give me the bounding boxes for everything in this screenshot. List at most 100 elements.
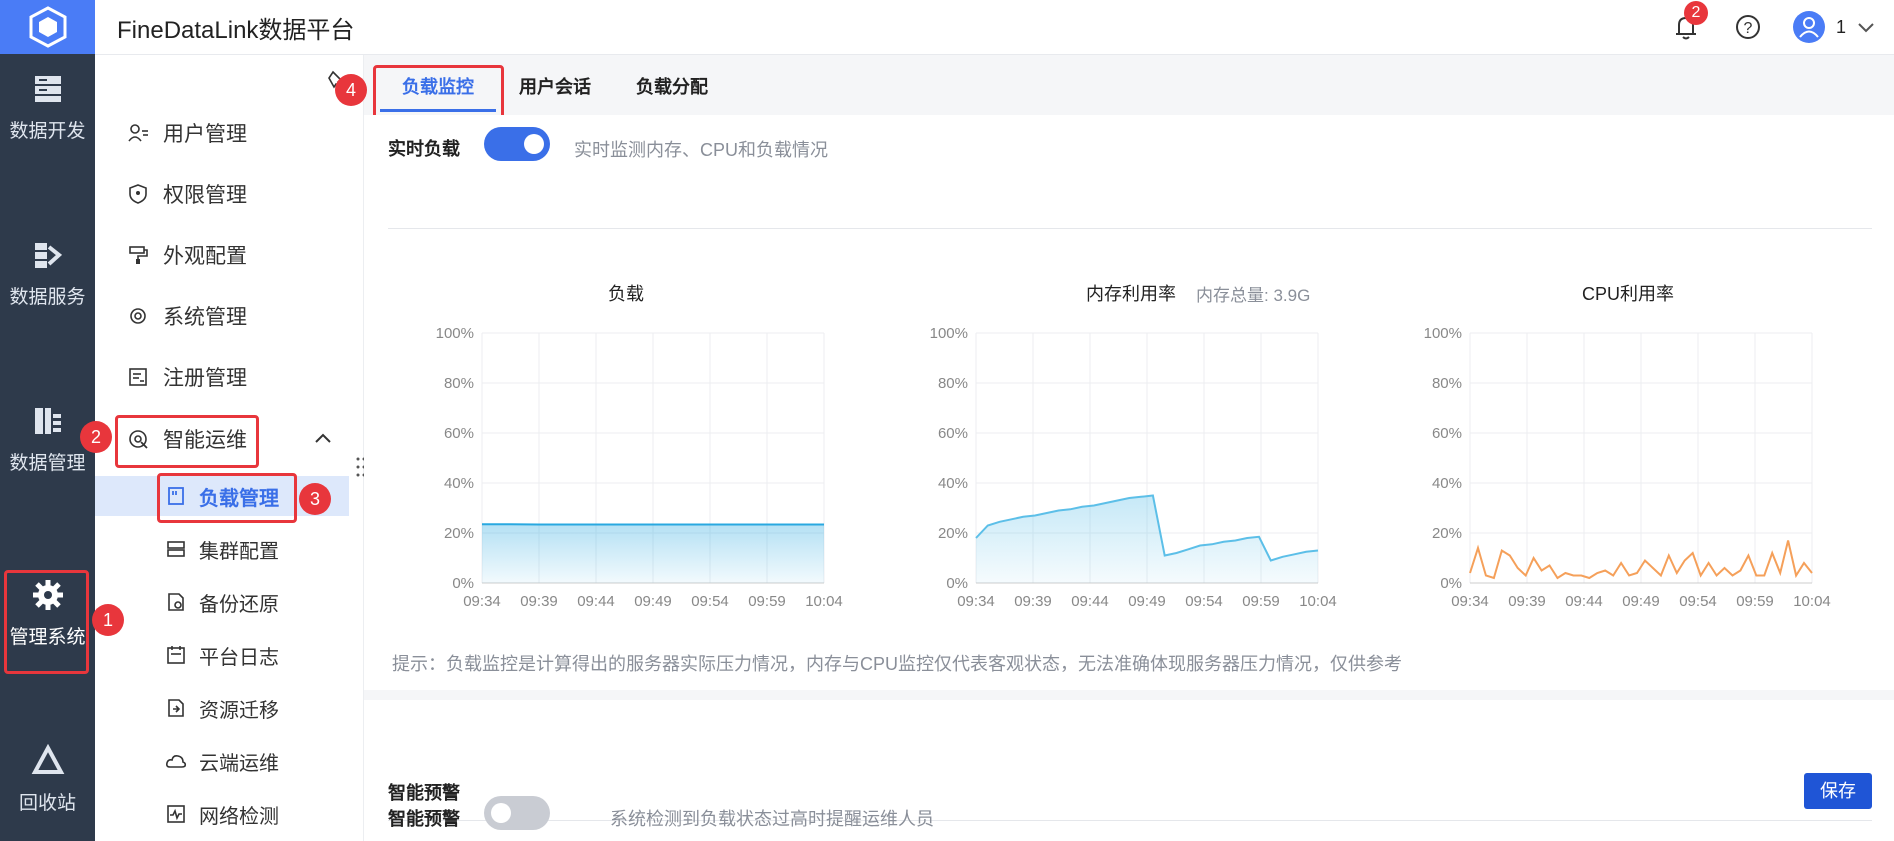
network-icon	[167, 805, 185, 823]
divider	[388, 228, 1872, 229]
sidebar-subitem-label: 平台日志	[199, 646, 279, 669]
y-tick-label: 40%	[938, 475, 968, 492]
svg-text:?: ?	[1744, 20, 1753, 37]
y-tick-label: 40%	[444, 475, 474, 492]
toggle-knob	[524, 134, 544, 154]
x-tick-label: 09:49	[1622, 593, 1660, 610]
series-area	[976, 495, 1318, 583]
x-tick-label: 09:34	[1451, 593, 1489, 610]
x-tick-label: 09:34	[957, 593, 995, 610]
y-tick-label: 60%	[444, 425, 474, 442]
log-icon	[167, 646, 185, 664]
sidebar-subitem-cluster[interactable]: 集群配置	[95, 529, 363, 569]
main-content: 负载监控 用户会话 负载分配 实时负载 实时监测内存、CPU和负载情况 负载 内…	[364, 55, 1894, 841]
app-logo[interactable]	[0, 0, 95, 54]
hint-text: 提示：负载监控是计算得出的服务器实际压力情况，内存与CPU监控仅代表客观状态，无…	[392, 654, 1402, 674]
rail-item-recycle[interactable]: 回收站	[0, 744, 95, 815]
notification-button[interactable]: 2	[1668, 1, 1708, 45]
y-tick-label: 0%	[452, 575, 474, 592]
sidebar-item-user[interactable]: 用户管理	[95, 111, 363, 155]
tab-user-session[interactable]: 用户会话	[519, 73, 591, 99]
x-tick-label: 09:54	[1679, 593, 1717, 610]
sidebar-item-label: 系统管理	[163, 306, 247, 329]
notification-badge: 2	[1683, 1, 1708, 25]
rail-label: 数据开发	[9, 121, 86, 142]
x-tick-label: 10:04	[805, 593, 843, 610]
realtime-description: 实时监测内存、CPU和负载情况	[574, 140, 829, 160]
sidebar-subitem-label: 网络检测	[199, 805, 279, 828]
sidebar-subitem-backup[interactable]: 备份还原	[95, 582, 363, 622]
rail-label: 数据服务	[9, 287, 86, 308]
x-tick-label: 09:54	[691, 593, 729, 610]
tab-load-distribution[interactable]: 负载分配	[636, 73, 708, 99]
sidebar-subitem-label: 云端运维	[199, 752, 279, 775]
left-rail: 数据开发 数据服务 数据管理 管理系统 回收站	[0, 0, 95, 841]
gear-icon	[130, 308, 146, 324]
x-tick-label: 09:44	[1565, 593, 1603, 610]
x-tick-label: 09:39	[1014, 593, 1052, 610]
y-tick-label: 80%	[938, 375, 968, 392]
data-service-icon	[34, 243, 62, 268]
y-tick-label: 60%	[938, 425, 968, 442]
sidebar-subitem-migrate[interactable]: 资源迁移	[95, 688, 363, 728]
rail-label: 回收站	[18, 793, 76, 814]
sidebar-subitem-network[interactable]: 网络检测	[95, 794, 363, 834]
sidebar-subitem-log[interactable]: 平台日志	[95, 635, 363, 675]
app-title: FineDataLink数据平台	[117, 17, 355, 44]
toggle-knob	[491, 803, 511, 823]
y-tick-label: 20%	[938, 525, 968, 542]
smart-warning-panel: 智能预警 保存	[364, 700, 1894, 841]
sidebar-item-appearance[interactable]: 外观配置	[95, 233, 363, 277]
chevron-up-icon[interactable]	[313, 429, 333, 449]
logo-icon	[29, 6, 66, 48]
series-area	[482, 524, 824, 583]
tab-bar: 负载监控 用户会话 负载分配	[364, 55, 1894, 121]
x-tick-label: 09:59	[1242, 593, 1280, 610]
charts-area: 0% 20% 40% 60% 80% 100% 09:34 09:39 09:44 09:49 09…	[436, 325, 1831, 610]
y-tick-label: 100%	[1424, 325, 1462, 342]
y-tick-label: 80%	[1432, 375, 1462, 392]
warning-section-title: 智能预警	[388, 783, 460, 803]
realtime-toggle[interactable]	[484, 127, 550, 161]
sidebar-subitem-cloud[interactable]: 云端运维	[95, 741, 363, 781]
x-tick-label: 10:04	[1793, 593, 1831, 610]
warning-description: 系统检测到负载状态过高时提醒运维人员	[610, 809, 934, 829]
x-tick-label: 09:59	[748, 593, 786, 610]
warning-toggle[interactable]	[484, 796, 550, 830]
backup-icon	[168, 593, 184, 611]
sidebar-item-system[interactable]: 系统管理	[95, 294, 363, 338]
help-button[interactable]: ?	[1730, 9, 1766, 45]
y-tick-label: 100%	[436, 325, 474, 342]
x-tick-label: 09:44	[1071, 593, 1109, 610]
x-tick-label: 09:59	[1736, 593, 1774, 610]
sidebar-item-permission[interactable]: 权限管理	[95, 172, 363, 216]
x-tick-label: 10:04	[1299, 593, 1337, 610]
migrate-icon	[168, 699, 184, 717]
save-button[interactable]: 保存	[1804, 773, 1872, 809]
rail-item-data-service[interactable]: 数据服务	[0, 238, 95, 309]
highlight-box	[157, 473, 297, 523]
x-tick-label: 09:54	[1185, 593, 1223, 610]
user-menu[interactable]: 1	[1792, 10, 1876, 44]
sidebar-subitem-label: 资源迁移	[199, 699, 279, 722]
x-tick-label: 09:44	[577, 593, 615, 610]
server-icon	[34, 76, 61, 102]
x-tick-label: 09:39	[520, 593, 558, 610]
recycle-icon	[31, 744, 64, 774]
sidebar-item-register[interactable]: 注册管理	[95, 355, 363, 399]
x-tick-label: 09:49	[634, 593, 672, 610]
cloud-icon	[166, 755, 187, 768]
callout-badge: 3	[299, 483, 331, 515]
y-tick-label: 20%	[444, 525, 474, 542]
warning-toggle-label: 智能预警	[388, 809, 460, 829]
y-tick-label: 80%	[444, 375, 474, 392]
user-label: 1	[1835, 16, 1846, 37]
paint-icon	[129, 246, 148, 264]
y-tick-label: 60%	[1432, 425, 1462, 442]
y-tick-label: 40%	[1432, 475, 1462, 492]
user-manage-icon	[128, 124, 148, 142]
sidebar-subitem-label: 备份还原	[199, 593, 279, 616]
y-tick-label: 0%	[946, 575, 968, 592]
rail-item-data-dev[interactable]: 数据开发	[0, 72, 95, 143]
x-tick-label: 09:49	[1128, 593, 1166, 610]
